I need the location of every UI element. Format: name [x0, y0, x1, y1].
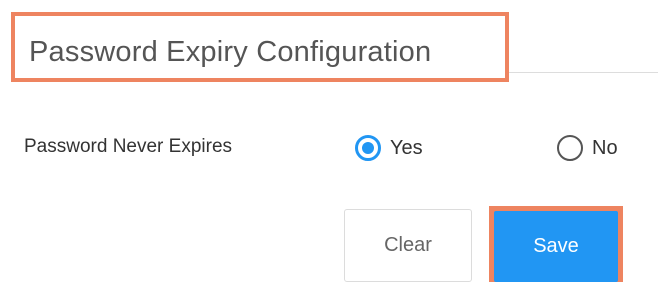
password-never-expires-label: Password Never Expires	[24, 136, 233, 157]
radio-label-no[interactable]: No	[592, 135, 618, 161]
radio-checked-icon[interactable]	[355, 135, 381, 161]
radio-unchecked-icon[interactable]	[557, 135, 583, 161]
radio-option-yes[interactable]: Yes	[355, 131, 423, 165]
page-title: Password Expiry Configuration	[29, 36, 432, 68]
radio-label-yes[interactable]: Yes	[390, 135, 423, 161]
password-expiry-page: Password Expiry Configuration Password N…	[0, 0, 658, 282]
radio-option-no[interactable]: No	[557, 131, 618, 165]
header-divider	[509, 72, 658, 73]
save-button[interactable]: Save	[494, 211, 618, 282]
clear-button[interactable]: Clear	[344, 209, 472, 282]
